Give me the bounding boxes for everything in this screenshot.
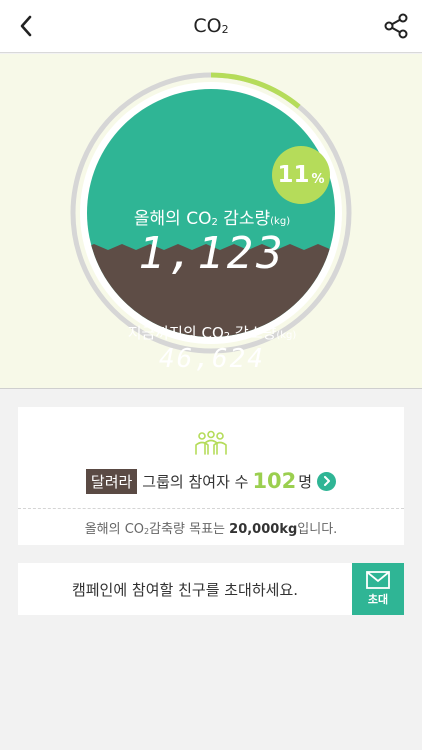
invite-button-label: 초대: [367, 593, 389, 606]
total-reduction-value: 46,624: [159, 344, 265, 374]
co2-gauge-panel: 올해의 CO2 감소량(kg) 1,123 지금까지의 CO2 감소량(kg) …: [0, 54, 422, 389]
year-reduction-label: 올해의 CO2 감소량(kg): [133, 209, 291, 229]
divider: [18, 508, 404, 509]
group-detail-button[interactable]: [317, 471, 337, 491]
invite-button[interactable]: 초대: [352, 563, 404, 615]
participant-count: 102: [252, 469, 297, 493]
group-participants-line: 달려라 그룹의 참여자 수 102 명: [18, 467, 404, 495]
progress-percent-badge: 11%: [272, 146, 330, 204]
top-bar: CO2: [0, 0, 422, 53]
reduction-goal-text: 올해의 CO2감축량 목표는 20,000kg입니다.: [84, 522, 338, 537]
invite-card: 캠페인에 참여할 친구를 초대하세요. 초대: [18, 563, 404, 615]
share-button[interactable]: [380, 10, 412, 42]
envelope-icon: [366, 571, 390, 589]
participant-count-unit: 명: [298, 472, 313, 491]
invite-message: 캠페인에 참여할 친구를 초대하세요.: [71, 581, 299, 599]
year-reduction-value: 1,123: [138, 228, 286, 279]
group-name-tag: 달려라: [85, 468, 138, 494]
people-group-icon: [195, 430, 227, 455]
group-card: 달려라 그룹의 참여자 수 102 명 올해의 CO2감축량 목표는 20,00…: [18, 407, 404, 545]
share-icon: [384, 13, 408, 39]
chevron-right-icon: [323, 476, 330, 486]
page-title: CO2: [193, 15, 229, 37]
total-reduction-label: 지금까지의 CO2 감소량(kg): [127, 324, 297, 342]
group-text: 그룹의 참여자 수: [142, 472, 249, 491]
